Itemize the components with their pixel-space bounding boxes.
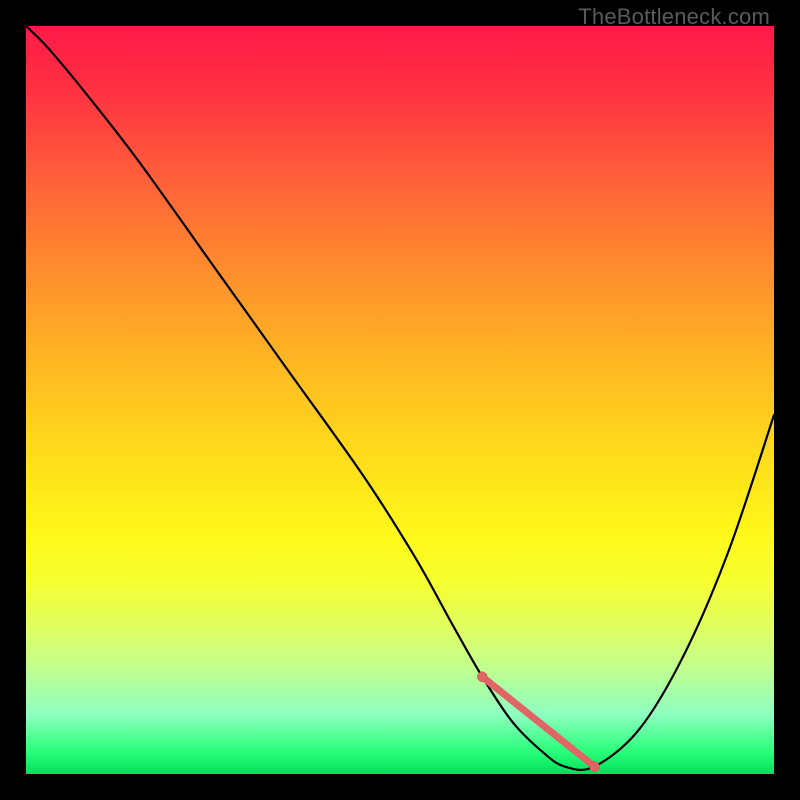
optimal-marker-right xyxy=(589,762,599,772)
bottleneck-curve-svg xyxy=(26,26,774,774)
optimal-marker-left xyxy=(477,672,487,682)
optimal-range-segment xyxy=(482,677,594,767)
plot-area xyxy=(26,26,774,774)
chart-frame: TheBottleneck.com xyxy=(0,0,800,800)
bottleneck-curve xyxy=(26,26,774,770)
